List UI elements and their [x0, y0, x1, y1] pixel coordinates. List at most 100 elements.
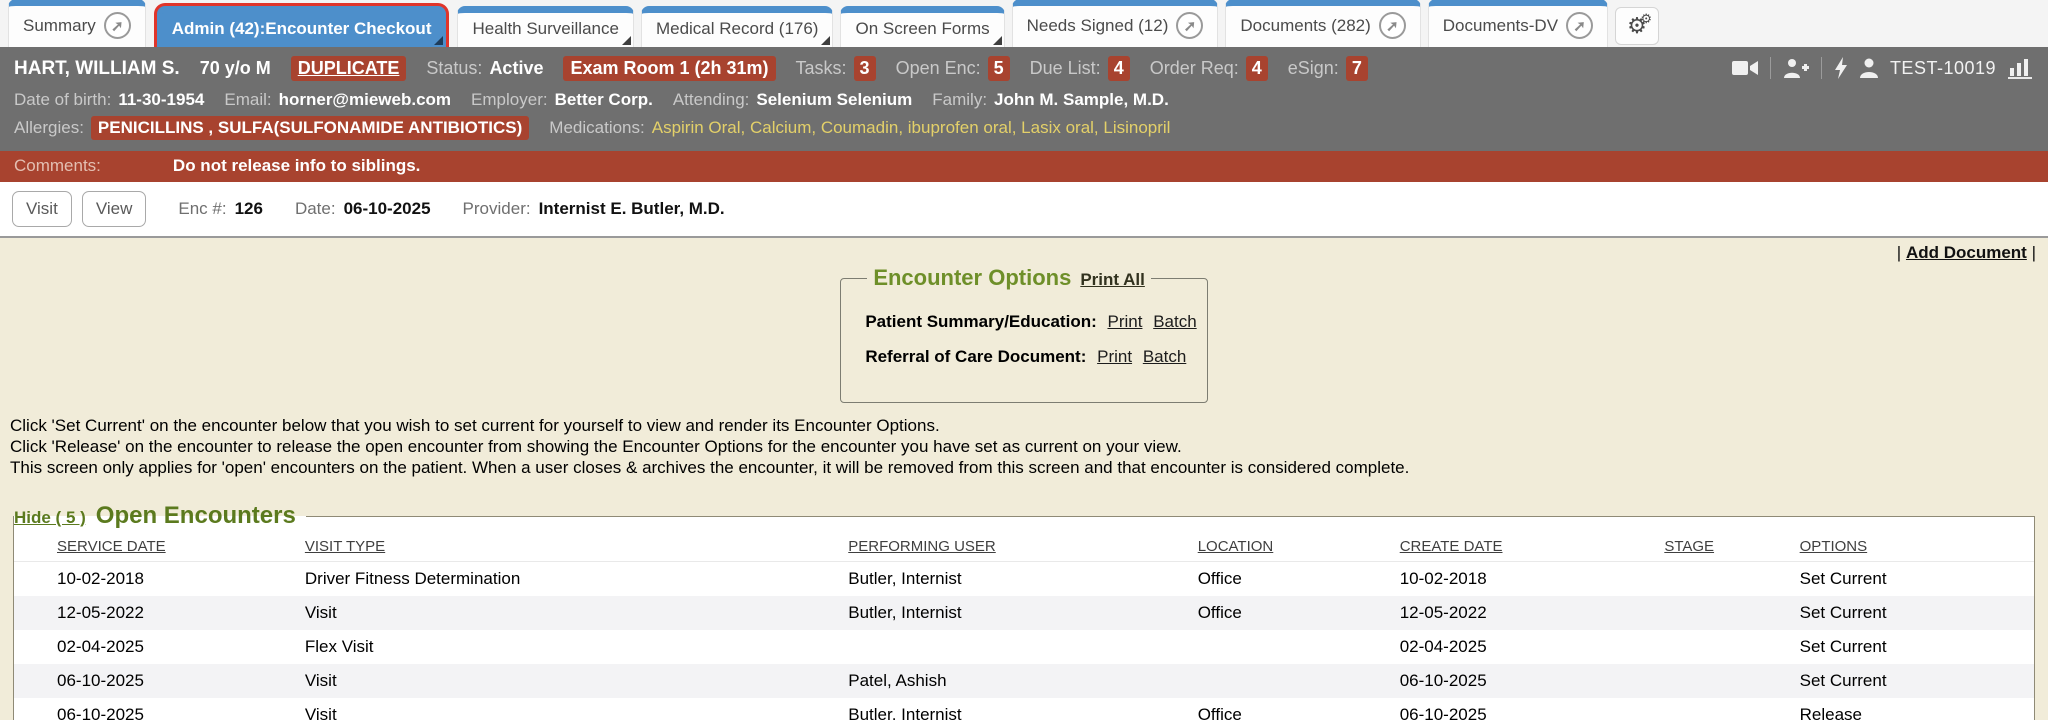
- user-icon[interactable]: [1860, 58, 1878, 78]
- view-button[interactable]: View: [82, 191, 147, 227]
- cell-performing-user: [848, 630, 1197, 664]
- order-req-count-badge[interactable]: 4: [1246, 56, 1268, 81]
- referral-print-link[interactable]: Print: [1097, 347, 1132, 366]
- cell-create-date: 10-02-2018: [1400, 562, 1665, 597]
- popout-arrow-icon[interactable]: ➚: [104, 12, 131, 39]
- release-action[interactable]: Release: [1800, 698, 2034, 720]
- esign-count-badge[interactable]: 7: [1346, 56, 1368, 81]
- cell-stage: [1664, 664, 1799, 698]
- tab-settings-button[interactable]: ⚙ ⚙: [1615, 7, 1659, 45]
- tab-documents-label: Documents (282): [1240, 16, 1370, 36]
- referral-of-care-label: Referral of Care Document:: [865, 347, 1086, 366]
- col-stage[interactable]: STAGE: [1664, 530, 1799, 562]
- enc-number-label: Enc #:: [178, 199, 226, 219]
- set-current-action[interactable]: Set Current: [1800, 630, 2034, 664]
- open-encounters-table: SERVICE DATE VISIT TYPE PERFORMING USER …: [14, 530, 2034, 720]
- allergies-badge[interactable]: PENICILLINS , SULFA(SULFONAMIDE ANTIBIOT…: [91, 116, 529, 140]
- popout-arrow-icon[interactable]: ➚: [1379, 12, 1406, 39]
- tasks-label: Tasks:: [796, 58, 847, 79]
- tab-summary[interactable]: Summary ➚: [8, 0, 146, 47]
- patient-header: HART, WILLIAM S. 70 y/o M DUPLICATE Stat…: [0, 47, 2048, 151]
- add-document-link[interactable]: Add Document: [1906, 243, 2027, 262]
- header-icon-group: TEST-10019: [1732, 57, 2032, 79]
- patient-header-row-3: Allergies: PENICILLINS , SULFA(SULFONAMI…: [14, 113, 2034, 143]
- set-current-action[interactable]: Set Current: [1800, 562, 2034, 597]
- tab-on-screen-forms[interactable]: On Screen Forms: [840, 6, 1004, 47]
- cell-create-date: 06-10-2025: [1400, 698, 1665, 720]
- visit-button[interactable]: Visit: [12, 191, 72, 227]
- instruction-line-3: This screen only applies for 'open' enco…: [10, 457, 2048, 478]
- patient-summary-print-link[interactable]: Print: [1107, 312, 1142, 331]
- cell-location: Office: [1198, 698, 1400, 720]
- col-create-date[interactable]: CREATE DATE: [1400, 530, 1665, 562]
- col-service-date[interactable]: SERVICE DATE: [14, 530, 305, 562]
- set-current-action[interactable]: Set Current: [1800, 596, 2034, 630]
- tasks-count-badge[interactable]: 3: [854, 56, 876, 81]
- tab-documents[interactable]: Documents (282) ➚: [1225, 0, 1420, 47]
- encounter-toolbar: Visit View Enc #: 126 Date: 06-10-2025 P…: [0, 182, 2048, 238]
- enc-number-value: 126: [235, 199, 263, 219]
- tab-admin-encounter-checkout[interactable]: Admin (42):Encounter Checkout: [157, 6, 447, 47]
- due-list-count-badge[interactable]: 4: [1108, 56, 1130, 81]
- video-camera-icon[interactable]: [1732, 58, 1758, 78]
- print-all-link[interactable]: Print All: [1080, 270, 1145, 290]
- cell-location: Office: [1198, 562, 1400, 597]
- cell-visit-type: Visit: [305, 698, 848, 720]
- patient-summary-education-row: Patient Summary/Education: Print Batch: [865, 312, 1196, 332]
- set-current-action[interactable]: Set Current: [1800, 664, 2034, 698]
- comments-bar: Comments: Do not release info to sibling…: [0, 151, 2048, 182]
- duplicate-badge[interactable]: DUPLICATE: [291, 56, 407, 81]
- cell-location: [1198, 664, 1400, 698]
- open-enc-count-badge[interactable]: 5: [988, 56, 1010, 81]
- lightning-icon[interactable]: [1834, 57, 1848, 79]
- cell-visit-type: Driver Fitness Determination: [305, 562, 848, 597]
- add-person-icon[interactable]: [1783, 58, 1809, 78]
- table-row: 10-02-2018 Driver Fitness Determination …: [14, 562, 2034, 597]
- tab-documents-dv[interactable]: Documents-DV ➚: [1428, 0, 1608, 47]
- order-req-label: Order Req:: [1150, 58, 1239, 79]
- cell-location: [1198, 630, 1400, 664]
- col-options[interactable]: OPTIONS: [1800, 530, 2034, 562]
- tab-needs-signed[interactable]: Needs Signed (12) ➚: [1012, 0, 1219, 47]
- exam-room-badge[interactable]: Exam Room 1 (2h 31m): [563, 56, 775, 81]
- cell-service-date: 06-10-2025: [14, 664, 305, 698]
- medications-list[interactable]: Aspirin Oral, Calcium, Coumadin, ibuprof…: [652, 118, 1171, 138]
- provider-value: Internist E. Butler, M.D.: [539, 199, 725, 219]
- cell-performing-user: Patel, Ashish: [848, 664, 1197, 698]
- icon-separator: [1770, 57, 1771, 79]
- referral-of-care-row: Referral of Care Document: Print Batch: [865, 347, 1196, 367]
- patient-header-row-2: Date of birth: 11-30-1954 Email: horner@…: [14, 87, 2034, 113]
- icon-separator: [1821, 57, 1822, 79]
- patient-summary-batch-link[interactable]: Batch: [1153, 312, 1196, 331]
- popout-arrow-icon[interactable]: ➚: [1566, 12, 1593, 39]
- tab-medical-record-label: Medical Record (176): [656, 19, 819, 39]
- col-performing-user[interactable]: PERFORMING USER: [848, 530, 1197, 562]
- tab-health-surveillance[interactable]: Health Surveillance: [457, 6, 633, 47]
- family-label: Family:: [932, 90, 987, 110]
- provider-label: Provider:: [463, 199, 531, 219]
- encounter-checkout-page: Summary ➚ Admin (42):Encounter Checkout …: [0, 0, 2048, 720]
- dob-value: 11-30-1954: [118, 90, 204, 110]
- patient-age-sex: 70 y/o M: [200, 58, 271, 79]
- open-encounters-section: Hide ( 5 ) Open Encounters SERVICE DATE …: [13, 502, 2035, 720]
- stats-chart-icon[interactable]: [2008, 58, 2032, 79]
- table-row: 06-10-2025 Visit Patel, Ashish 06-10-202…: [14, 664, 2034, 698]
- cell-visit-type: Visit: [305, 596, 848, 630]
- encounter-options-title: Encounter Options: [873, 265, 1071, 291]
- pipe: |: [1897, 243, 1901, 262]
- hide-encounters-link[interactable]: Hide ( 5 ): [14, 508, 86, 528]
- cell-service-date: 02-04-2025: [14, 630, 305, 664]
- popout-arrow-icon[interactable]: ➚: [1176, 12, 1203, 39]
- chart-tab-bar: Summary ➚ Admin (42):Encounter Checkout …: [0, 0, 2048, 47]
- referral-batch-link[interactable]: Batch: [1143, 347, 1186, 366]
- employer-value: Better Corp.: [555, 90, 653, 110]
- attending-label: Attending:: [673, 90, 750, 110]
- main-content: | Add Document | Encounter Options Print…: [0, 238, 2048, 720]
- cell-location: Office: [1198, 596, 1400, 630]
- cell-service-date: 12-05-2022: [14, 596, 305, 630]
- due-list-label: Due List:: [1030, 58, 1101, 79]
- col-location[interactable]: LOCATION: [1198, 530, 1400, 562]
- pipe: |: [2032, 243, 2036, 262]
- tab-medical-record[interactable]: Medical Record (176): [641, 6, 834, 47]
- col-visit-type[interactable]: VISIT TYPE: [305, 530, 848, 562]
